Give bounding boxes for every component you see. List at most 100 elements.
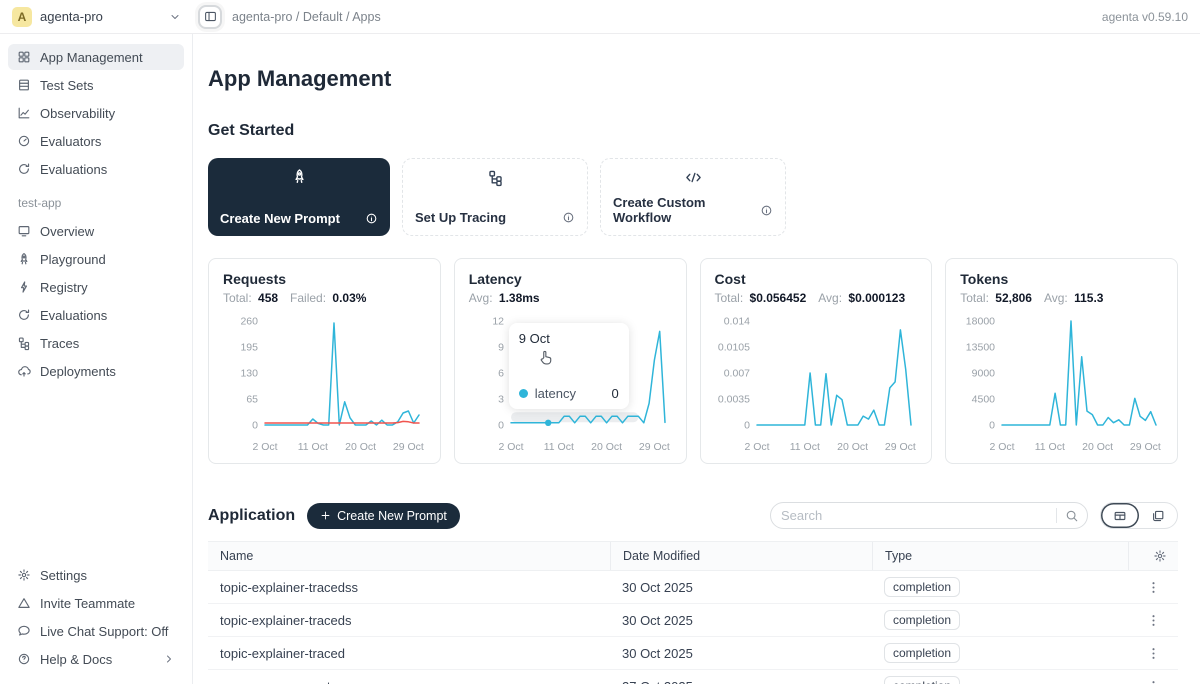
panel-left-icon xyxy=(204,10,217,23)
svg-text:2 Oct: 2 Oct xyxy=(252,441,277,453)
sidebar-item-label: Evaluations xyxy=(40,162,107,177)
chart-stat: Failed: 0.03% xyxy=(290,291,366,305)
card-label: Set Up Tracing xyxy=(415,210,506,225)
chart-stat: Avg: 1.38ms xyxy=(469,291,540,305)
app-version: agenta v0.59.10 xyxy=(1102,10,1200,24)
cursor-pointer xyxy=(537,349,555,372)
column-header-type[interactable]: Type xyxy=(872,542,1128,570)
table-row[interactable]: topic-explainer-traced30 Oct 2025complet… xyxy=(208,637,1178,670)
type-badge: completion xyxy=(884,577,960,597)
svg-text:20 Oct: 20 Oct xyxy=(345,441,376,453)
svg-text:0: 0 xyxy=(252,420,258,432)
dots-vertical-icon xyxy=(1146,679,1161,684)
grid-icon xyxy=(16,50,31,64)
plus-icon xyxy=(320,510,331,521)
svg-text:3: 3 xyxy=(498,394,504,406)
sidebar-bottom-nav: Settings Invite Teammate Live Chat Support… xyxy=(8,562,184,674)
row-actions-button[interactable] xyxy=(1128,580,1178,595)
sidebar-item-label: Help & Docs xyxy=(40,652,112,667)
row-actions-button[interactable] xyxy=(1128,646,1178,661)
rocket-icon xyxy=(220,168,378,185)
metric-charts: RequestsTotal: 458Failed: 0.03%260195130… xyxy=(208,258,1178,464)
dots-vertical-icon xyxy=(1146,613,1161,628)
create-new-prompt-button[interactable]: Create New Prompt xyxy=(307,503,460,529)
tooltip-date: 9 Oct xyxy=(519,331,619,346)
chart-plot-tokens: 18000135009000450002 Oct11 Oct20 Oct29 O… xyxy=(960,313,1163,458)
sidebar-item-live-chat-support-off[interactable]: Live Chat Support: Off xyxy=(8,618,184,644)
sidebar-item-label: Traces xyxy=(40,336,79,351)
chart-card-tokens: TokensTotal: 52,806Avg: 115.318000135009… xyxy=(945,258,1178,464)
chart-tooltip: 9 Octlatency0 xyxy=(509,323,629,409)
card-label: Create New Prompt xyxy=(220,211,340,226)
table-row[interactable]: career-assessment27 Oct 2025completion xyxy=(208,670,1178,684)
get-started-card-set-up-tracing[interactable]: Set Up Tracing xyxy=(402,158,588,236)
sidebar-item-traces[interactable]: Traces xyxy=(8,330,184,356)
info-icon[interactable] xyxy=(365,212,378,225)
svg-text:0: 0 xyxy=(744,420,750,432)
gauge-icon xyxy=(16,134,31,148)
sidebar-item-registry[interactable]: Registry xyxy=(8,274,184,300)
sidebar-collapse-button[interactable] xyxy=(198,5,222,29)
get-started-title: Get Started xyxy=(208,122,1178,140)
row-actions-button[interactable] xyxy=(1128,613,1178,628)
sidebar-item-playground[interactable]: Playground xyxy=(8,246,184,272)
code-icon xyxy=(613,169,773,186)
search-box[interactable] xyxy=(770,502,1088,529)
sidebar-item-label: Invite Teammate xyxy=(40,596,135,611)
info-icon[interactable] xyxy=(562,211,575,224)
svg-text:0.0105: 0.0105 xyxy=(717,342,749,354)
card-view-button[interactable] xyxy=(1139,503,1177,528)
svg-text:18000: 18000 xyxy=(966,316,995,328)
table-header: NameDate ModifiedType xyxy=(208,541,1178,571)
sidebar-item-label: Registry xyxy=(40,280,88,295)
sidebar-item-label: Playground xyxy=(40,252,106,267)
chart-stat: Total: 458 xyxy=(223,291,278,305)
table-body: topic-explainer-tracedss30 Oct 2025compl… xyxy=(208,571,1178,684)
svg-text:29 Oct: 29 Oct xyxy=(639,441,670,453)
sidebar-item-label: Deployments xyxy=(40,364,116,379)
workspace-name: agenta-pro xyxy=(40,9,103,24)
tree-icon xyxy=(16,336,31,350)
sidebar-item-evaluations[interactable]: Evaluations xyxy=(8,156,184,182)
row-date-modified: 30 Oct 2025 xyxy=(610,613,872,628)
svg-text:2 Oct: 2 Oct xyxy=(990,441,1015,453)
workspace-avatar: A xyxy=(12,7,32,27)
search-icon[interactable] xyxy=(1057,509,1087,523)
column-header-date-modified[interactable]: Date Modified xyxy=(610,542,872,570)
row-date-modified: 27 Oct 2025 xyxy=(610,679,872,684)
svg-text:0.007: 0.007 xyxy=(723,368,749,380)
application-header: Application Create New Prompt xyxy=(208,502,1178,529)
breadcrumb[interactable]: agenta-pro / Default / Apps xyxy=(232,10,381,24)
sidebar-item-settings[interactable]: Settings xyxy=(8,562,184,588)
table-row[interactable]: topic-explainer-tracedss30 Oct 2025compl… xyxy=(208,571,1178,604)
sidebar-item-evaluations[interactable]: Evaluations xyxy=(8,302,184,328)
sidebar-item-overview[interactable]: Overview xyxy=(8,218,184,244)
sidebar-item-test-sets[interactable]: Test Sets xyxy=(8,72,184,98)
sidebar-item-evaluators[interactable]: Evaluators xyxy=(8,128,184,154)
svg-text:11 Oct: 11 Oct xyxy=(789,441,819,453)
rocket-icon xyxy=(16,252,31,266)
sidebar-item-deployments[interactable]: Deployments xyxy=(8,358,184,384)
column-settings-button[interactable] xyxy=(1128,542,1178,570)
info-icon[interactable] xyxy=(760,204,773,217)
sidebar-item-invite-teammate[interactable]: Invite Teammate xyxy=(8,590,184,616)
card-view-icon xyxy=(1151,509,1165,523)
table-view-button[interactable] xyxy=(1101,503,1139,528)
search-input[interactable] xyxy=(771,508,1056,523)
sidebar-item-observability[interactable]: Observability xyxy=(8,100,184,126)
column-header-name[interactable]: Name xyxy=(208,542,610,570)
chat-icon xyxy=(16,624,31,638)
table-row[interactable]: topic-explainer-traceds30 Oct 2025comple… xyxy=(208,604,1178,637)
sidebar-item-app-management[interactable]: App Management xyxy=(8,44,184,70)
gear-icon xyxy=(16,568,31,582)
gear-icon xyxy=(1153,549,1167,563)
type-badge: completion xyxy=(884,676,960,684)
workspace-selector[interactable]: A agenta-pro xyxy=(0,7,193,27)
row-actions-button[interactable] xyxy=(1128,679,1178,684)
sidebar-item-help-docs[interactable]: Help & Docs xyxy=(8,646,184,672)
card-label-row: Create Custom Workflow xyxy=(613,195,773,225)
get-started-card-create-custom-workflow[interactable]: Create Custom Workflow xyxy=(600,158,786,236)
svg-text:130: 130 xyxy=(240,368,258,380)
main-content: App Management Get Started Create New Pr… xyxy=(193,34,1200,684)
get-started-card-create-new-prompt[interactable]: Create New Prompt xyxy=(208,158,390,236)
